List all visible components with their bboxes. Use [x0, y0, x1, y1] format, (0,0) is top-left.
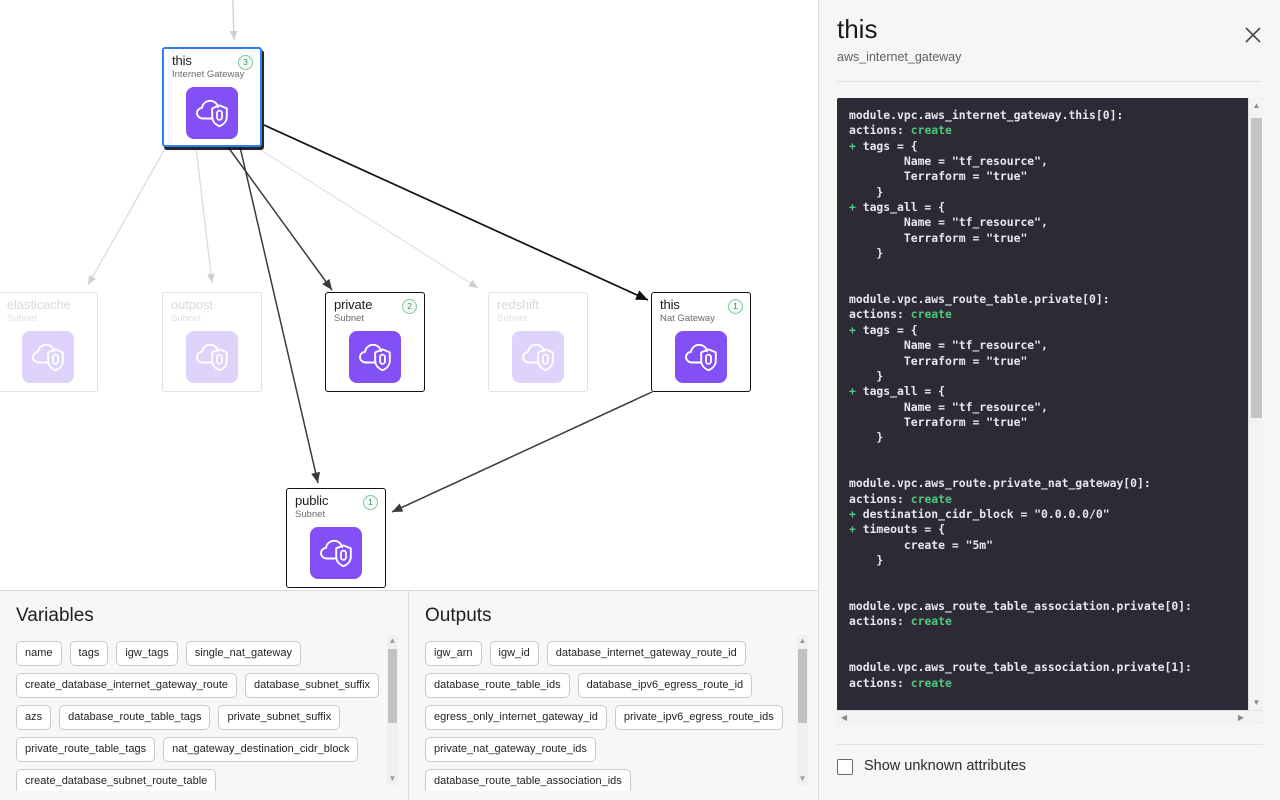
variable-chip[interactable]: azs [16, 705, 52, 730]
outputs-scroll-thumb[interactable] [798, 649, 807, 723]
plan-code-scroll-area[interactable]: module.vpc.aws_internet_gateway.this[0]:… [837, 98, 1248, 710]
variables-scroll-thumb[interactable] [388, 649, 397, 723]
graph-node-subtitle: Subnet [295, 509, 326, 520]
cloud-shield-icon [310, 527, 362, 579]
code-horizontal-scrollbar[interactable]: ◀ ▶ [837, 710, 1263, 724]
graph-node-title: private [334, 297, 373, 312]
variable-chip[interactable]: private_subnet_suffix [218, 705, 341, 730]
detail-subtitle: aws_internet_gateway [837, 50, 962, 64]
variables-panel: Variables name tags igw_tags single_nat_gat… [0, 590, 409, 800]
graph-node-natgw[interactable]: this Nat Gateway 1 [651, 292, 751, 392]
graph-node-redshift[interactable]: redshift Subnet [488, 292, 588, 392]
graph-node-title: elasticache [7, 297, 71, 312]
detail-divider [837, 81, 1262, 82]
variable-chip[interactable]: tags [69, 641, 109, 666]
graph-pane: this Internet Gateway 3 elasticache Subnet ou… [0, 0, 818, 800]
variable-chip[interactable]: create_database_subnet_route_table [16, 769, 217, 791]
graph-node-subtitle: Subnet [171, 313, 202, 324]
graph-node-subtitle: Subnet [497, 313, 528, 324]
graph-node-subtitle: Subnet [7, 313, 38, 324]
cloud-shield-icon [349, 331, 401, 383]
outputs-panel: Outputs igw_arn igw_id database_internet_g… [409, 590, 818, 800]
graph-node-subtitle: Internet Gateway [172, 69, 245, 80]
output-chip[interactable]: database_ipv6_egress_route_id [577, 673, 753, 698]
graph-node-outpost[interactable]: outpost Subnet [162, 292, 262, 392]
variables-scroll-down-icon[interactable]: ▼ [387, 773, 398, 785]
detail-footer-divider [837, 744, 1263, 745]
graph-node-badge: 1 [363, 495, 378, 510]
show-unknown-attributes-checkbox[interactable] [837, 758, 853, 775]
graph-node-badge: 3 [238, 55, 253, 70]
cloud-shield-icon [186, 331, 238, 383]
outputs-chip-list[interactable]: igw_arn igw_id database_internet_gateway_r… [425, 641, 800, 791]
variable-chip[interactable]: name [16, 641, 62, 666]
outputs-scroll-up-icon[interactable]: ▲ [797, 635, 808, 647]
graph-node-subtitle: Subnet [334, 313, 365, 324]
cloud-shield-icon [186, 87, 238, 139]
variable-chip[interactable]: private_route_table_tags [16, 737, 156, 762]
variable-chip[interactable]: create_database_internet_gateway_route [16, 673, 238, 698]
graph-node-igw[interactable]: this Internet Gateway 3 [162, 47, 262, 147]
close-icon[interactable] [1240, 22, 1266, 48]
graph-canvas[interactable]: this Internet Gateway 3 elasticache Subnet ou… [0, 0, 818, 590]
code-scroll-right-icon[interactable]: ▶ [1234, 711, 1248, 724]
detail-pane: this aws_internet_gateway module.vpc.aws… [818, 0, 1280, 800]
output-chip[interactable]: igw_arn [425, 641, 482, 666]
code-scroll-left-icon[interactable]: ◀ [837, 711, 851, 724]
graph-node-title: this [172, 53, 192, 68]
code-scroll-down-icon[interactable]: ▼ [1249, 695, 1263, 710]
variable-chip[interactable]: database_route_table_tags [59, 705, 211, 730]
bottom-panels: Variables name tags igw_tags single_nat_gat… [0, 590, 818, 800]
graph-node-title: public [295, 493, 329, 508]
cloud-shield-icon [675, 331, 727, 383]
graph-node-private[interactable]: private Subnet 2 [325, 292, 425, 392]
output-chip[interactable]: database_internet_gateway_route_id [546, 641, 746, 666]
outputs-scrollbar[interactable]: ▲ ▼ [797, 635, 808, 785]
cloud-shield-icon [512, 331, 564, 383]
cloud-shield-icon [22, 331, 74, 383]
plan-code-text: module.vpc.aws_internet_gateway.this[0]:… [849, 108, 1192, 690]
variables-scrollbar[interactable]: ▲ ▼ [387, 635, 398, 785]
variable-chip[interactable]: igw_tags [116, 641, 178, 666]
show-unknown-attributes-row[interactable]: Show unknown attributes [837, 758, 1026, 775]
app-root: this Internet Gateway 3 elasticache Subnet ou… [0, 0, 1280, 800]
code-vertical-scroll-thumb[interactable] [1251, 118, 1262, 418]
output-chip[interactable]: egress_only_internet_gateway_id [425, 705, 607, 730]
output-chip[interactable]: database_route_table_ids [425, 673, 570, 698]
variables-panel-title: Variables [16, 605, 94, 626]
variable-chip[interactable]: nat_gateway_destination_cidr_block [163, 737, 359, 762]
graph-node-badge: 1 [728, 299, 743, 314]
graph-node-public[interactable]: public Subnet 1 [286, 488, 386, 588]
code-scroll-up-icon[interactable]: ▲ [1249, 98, 1263, 113]
graph-node-title: outpost [171, 297, 213, 312]
show-unknown-attributes-label: Show unknown attributes [864, 758, 1027, 774]
output-chip[interactable]: igw_id [489, 641, 539, 666]
output-chip[interactable]: private_ipv6_egress_route_ids [614, 705, 783, 730]
variables-chip-list[interactable]: name tags igw_tags single_nat_gatewaycreate… [16, 641, 391, 791]
output-chip[interactable]: database_route_table_association_ids [425, 769, 631, 791]
graph-node-subtitle: Nat Gateway [660, 313, 715, 324]
graph-node-badge: 2 [402, 299, 417, 314]
detail-title: this [837, 14, 878, 44]
detail-header: this aws_internet_gateway [819, 0, 1280, 65]
graph-node-title: this [660, 297, 680, 312]
outputs-scroll-down-icon[interactable]: ▼ [797, 773, 808, 785]
graph-node-elasticache[interactable]: elasticache Subnet [0, 292, 98, 392]
graph-node-title: redshift [497, 297, 539, 312]
plan-code-viewer[interactable]: module.vpc.aws_internet_gateway.this[0]:… [837, 98, 1263, 724]
variable-chip[interactable]: single_nat_gateway [185, 641, 301, 666]
output-chip[interactable]: private_nat_gateway_route_ids [425, 737, 596, 762]
variable-chip[interactable]: database_subnet_suffix [245, 673, 380, 698]
code-vertical-scrollbar[interactable]: ▲ ▼ [1248, 98, 1263, 710]
variables-scroll-up-icon[interactable]: ▲ [387, 635, 398, 647]
outputs-panel-title: Outputs [425, 605, 492, 626]
